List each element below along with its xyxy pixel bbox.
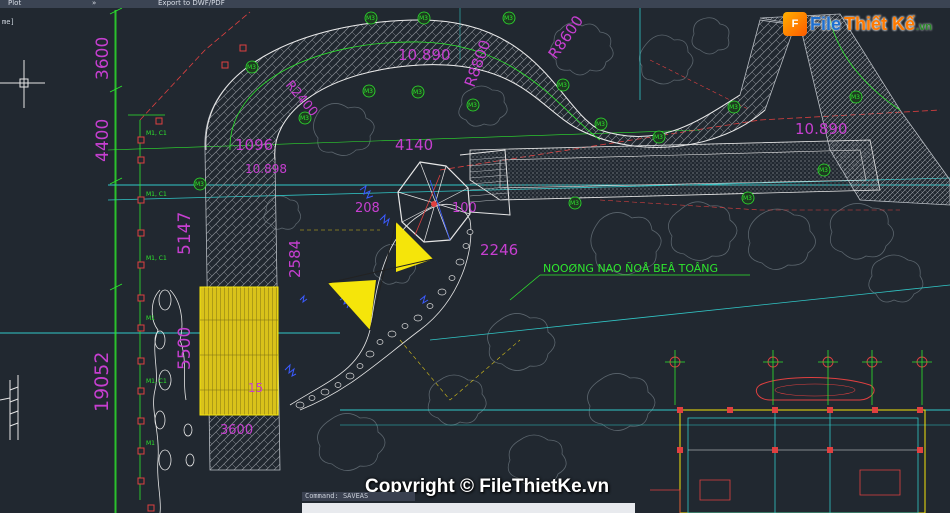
- svg-text:M3: M3: [851, 94, 860, 101]
- cad-application: Plot » Export to DWF/PDF me] M3 M3 M3 M3…: [0, 0, 950, 513]
- building-plan: [650, 350, 932, 513]
- command-input[interactable]: [302, 503, 635, 513]
- svg-text:M3: M3: [729, 104, 738, 111]
- svg-text:M3: M3: [195, 181, 204, 188]
- svg-text:4140: 4140: [395, 136, 433, 154]
- svg-text:M3: M3: [558, 82, 567, 89]
- logo-mark-icon: F: [783, 12, 807, 36]
- pebble-path: [289, 203, 474, 411]
- svg-text:4400: 4400: [93, 119, 113, 162]
- svg-text:R8600: R8600: [545, 12, 588, 62]
- filethietke-logo: F File Thiết Kế .vn: [783, 12, 932, 36]
- svg-text:15: 15: [248, 381, 263, 395]
- menu-bar: Plot » Export to DWF/PDF: [0, 0, 950, 8]
- viewport-label[interactable]: me]: [2, 18, 15, 26]
- annotation: NOOØNG NAO ÑOÅ BEÂ TOÂNG: [509, 262, 750, 301]
- command-history: Command: SAVEAS: [302, 492, 415, 501]
- svg-text:208: 208: [355, 201, 380, 216]
- more-menu-arrow[interactable]: »: [92, 0, 96, 8]
- svg-text:M3: M3: [247, 64, 256, 71]
- drawing-canvas[interactable]: M3 M3 M3 M3 M3 M3 M3 M3 M3 M3 M3 M3 M3 M…: [0, 0, 950, 513]
- svg-text:M3: M3: [413, 89, 422, 96]
- svg-text:10.890: 10.890: [398, 46, 451, 64]
- logo-text-thiet: Thiết Kế: [844, 13, 916, 34]
- plot-menu[interactable]: Plot: [8, 0, 21, 8]
- svg-text:5500: 5500: [175, 327, 195, 370]
- svg-text:M1, C1: M1, C1: [146, 255, 167, 262]
- svg-text:M1: M1: [146, 315, 155, 322]
- svg-text:NOOØNG NAO ÑOÅ BEÂ TOÂNG: NOOØNG NAO ÑOÅ BEÂ TOÂNG: [543, 262, 718, 275]
- export-dwf-pdf-menu[interactable]: Export to DWF/PDF: [158, 0, 225, 8]
- svg-text:M3: M3: [364, 88, 373, 95]
- svg-text:100: 100: [452, 201, 477, 216]
- svg-text:3600: 3600: [93, 37, 113, 80]
- svg-text:M1, C1: M1, C1: [146, 378, 167, 385]
- crosshair-cursor: [0, 60, 45, 108]
- command-title: Command:: [305, 492, 339, 500]
- ladder-symbol: [0, 375, 19, 440]
- svg-text:2246: 2246: [480, 241, 518, 259]
- left-stone-border: [151, 289, 195, 513]
- svg-text:M3: M3: [743, 195, 752, 202]
- logo-text-vn: .vn: [916, 21, 932, 33]
- logo-text-file: File: [810, 13, 842, 34]
- svg-text:10.890: 10.890: [795, 120, 848, 138]
- svg-text:5147: 5147: [175, 212, 195, 255]
- svg-text:M3: M3: [570, 200, 579, 207]
- svg-text:M1: M1: [146, 440, 155, 447]
- command-value: SAVEAS: [342, 492, 369, 500]
- svg-text:M3: M3: [419, 15, 428, 22]
- svg-text:1096: 1096: [235, 136, 273, 154]
- svg-text:M3: M3: [654, 134, 663, 141]
- svg-text:3600: 3600: [220, 423, 253, 438]
- svg-text:M1, C1: M1, C1: [146, 130, 167, 137]
- svg-text:M3: M3: [596, 121, 605, 128]
- svg-text:M3: M3: [819, 167, 828, 174]
- svg-text:M3: M3: [366, 15, 375, 22]
- command-line: Command: SAVEAS: [302, 492, 635, 513]
- svg-text:19052: 19052: [91, 352, 113, 412]
- svg-text:M3: M3: [468, 102, 477, 109]
- svg-text:M3: M3: [504, 15, 513, 22]
- svg-text:10.898: 10.898: [245, 162, 287, 176]
- svg-text:M1, C1: M1, C1: [146, 191, 167, 198]
- hatched-road: [469, 13, 950, 206]
- svg-text:2584: 2584: [286, 240, 304, 278]
- timber-deck: [199, 286, 279, 416]
